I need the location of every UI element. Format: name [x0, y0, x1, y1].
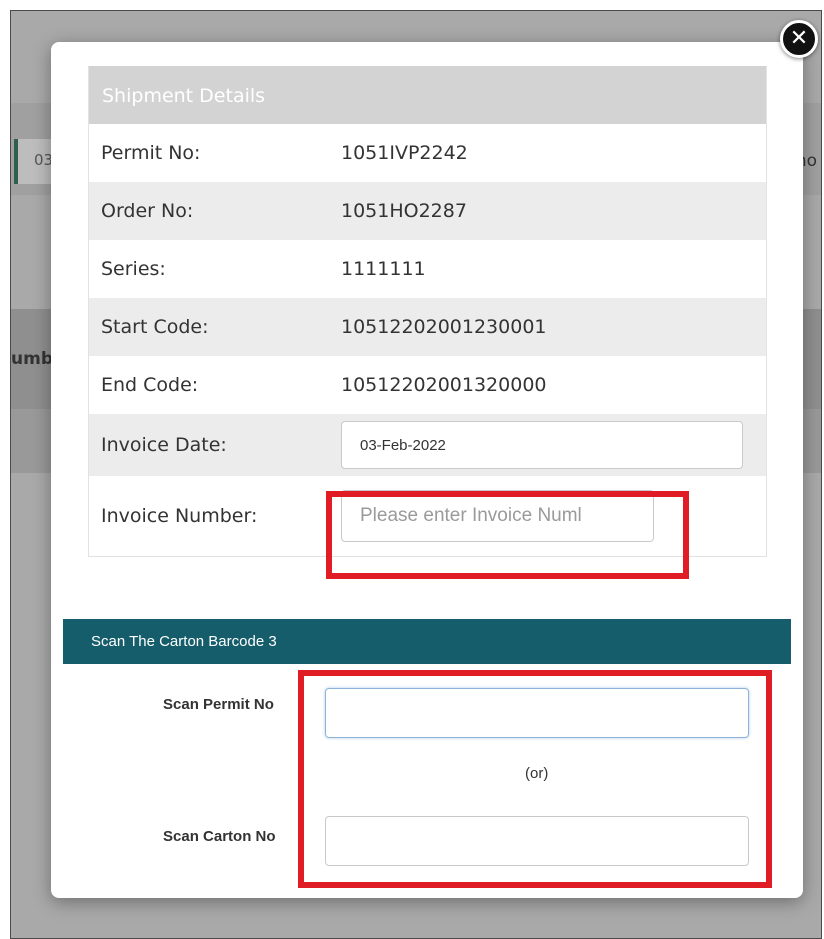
detail-value: 10512202001230001: [341, 316, 547, 338]
invoice-number-label: Invoice Number:: [101, 505, 258, 527]
detail-row-order: Order No: 1051HO2287: [89, 182, 766, 240]
scan-carton-barcode-bar: Scan The Carton Barcode 3: [63, 619, 791, 664]
shipment-details-table: Shipment Details Permit No: 1051IVP2242 …: [88, 66, 767, 557]
invoice-number-highlight: [326, 491, 689, 579]
invoice-date-row: Invoice Date:: [89, 414, 766, 476]
scan-inputs-highlight: [298, 670, 772, 888]
detail-value: 1111111: [341, 258, 426, 280]
shipment-details-header: Shipment Details: [89, 66, 766, 124]
detail-label: Permit No:: [101, 142, 201, 164]
background-column-text: umb: [11, 349, 53, 369]
detail-value: 1051IVP2242: [341, 142, 468, 164]
detail-row-start-code: Start Code: 10512202001230001: [89, 298, 766, 356]
detail-row-permit: Permit No: 1051IVP2242: [89, 124, 766, 182]
detail-value: 10512202001320000: [341, 374, 547, 396]
detail-label: Start Code:: [101, 316, 209, 338]
detail-label: End Code:: [101, 374, 199, 396]
detail-label: Order No:: [101, 200, 194, 222]
detail-row-end-code: End Code: 10512202001320000: [89, 356, 766, 414]
close-icon[interactable]: ✕: [780, 20, 818, 58]
scan-permit-label: Scan Permit No: [163, 696, 274, 713]
detail-label: Series:: [101, 258, 166, 280]
invoice-date-input[interactable]: [341, 421, 743, 469]
detail-row-series: Series: 1111111: [89, 240, 766, 298]
invoice-date-label: Invoice Date:: [101, 434, 227, 456]
detail-value: 1051HO2287: [341, 200, 467, 222]
scan-carton-label: Scan Carton No: [163, 828, 276, 845]
